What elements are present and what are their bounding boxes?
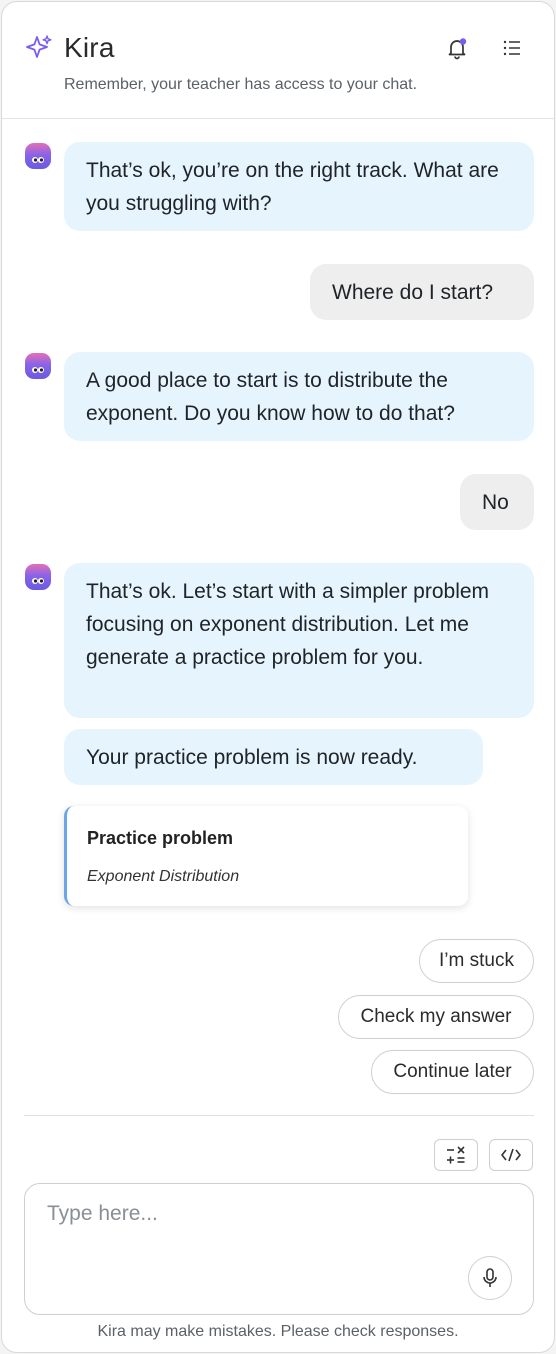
voice-input-button[interactable]	[468, 1256, 512, 1300]
brand: Kira	[24, 32, 115, 64]
practice-problem-card[interactable]: Practice problem Exponent Distribution	[64, 806, 468, 906]
teacher-notice: Remember, your teacher has access to you…	[64, 76, 418, 93]
math-symbols-icon	[447, 1146, 465, 1164]
code-icon	[501, 1148, 521, 1162]
math-tools-button[interactable]	[434, 1139, 478, 1171]
kira-avatar	[25, 143, 51, 169]
message-input[interactable]	[47, 1202, 467, 1242]
quick-reply-check-answer[interactable]: Check my answer	[338, 995, 534, 1039]
app-title: Kira	[64, 32, 115, 63]
chat-panel: Kira Remember, your teacher has access t…	[1, 1, 555, 1353]
notifications-button[interactable]	[442, 33, 472, 63]
user-message: No	[460, 474, 534, 530]
list-icon	[503, 40, 520, 56]
quick-reply-continue-later[interactable]: Continue later	[371, 1050, 534, 1094]
bot-message: That’s ok, you’re on the right track. Wh…	[64, 142, 534, 231]
quick-reply-stuck[interactable]: I’m stuck	[419, 939, 534, 983]
user-message: Where do I start?	[310, 264, 534, 320]
composer-divider	[24, 1115, 534, 1116]
bell-icon	[448, 38, 467, 60]
disclaimer-text: Kira may make mistakes. Please check res…	[97, 1323, 459, 1340]
practice-card-title: Practice problem	[87, 828, 234, 848]
kira-avatar	[25, 353, 51, 379]
practice-card-topic: Exponent Distribution	[87, 868, 240, 885]
bot-message: A good place to start is to distribute t…	[64, 352, 534, 441]
sparkle-icon	[26, 35, 52, 58]
chat-header: Kira Remember, your teacher has access t…	[2, 2, 554, 119]
kira-avatar	[25, 564, 51, 590]
microphone-icon	[483, 1268, 497, 1287]
menu-button[interactable]	[497, 33, 527, 63]
code-tools-button[interactable]	[489, 1139, 533, 1171]
bot-message: That’s ok. Let’s start with a simpler pr…	[64, 563, 534, 718]
message-composer	[24, 1183, 534, 1315]
bot-message: Your practice problem is now ready.	[64, 729, 483, 785]
